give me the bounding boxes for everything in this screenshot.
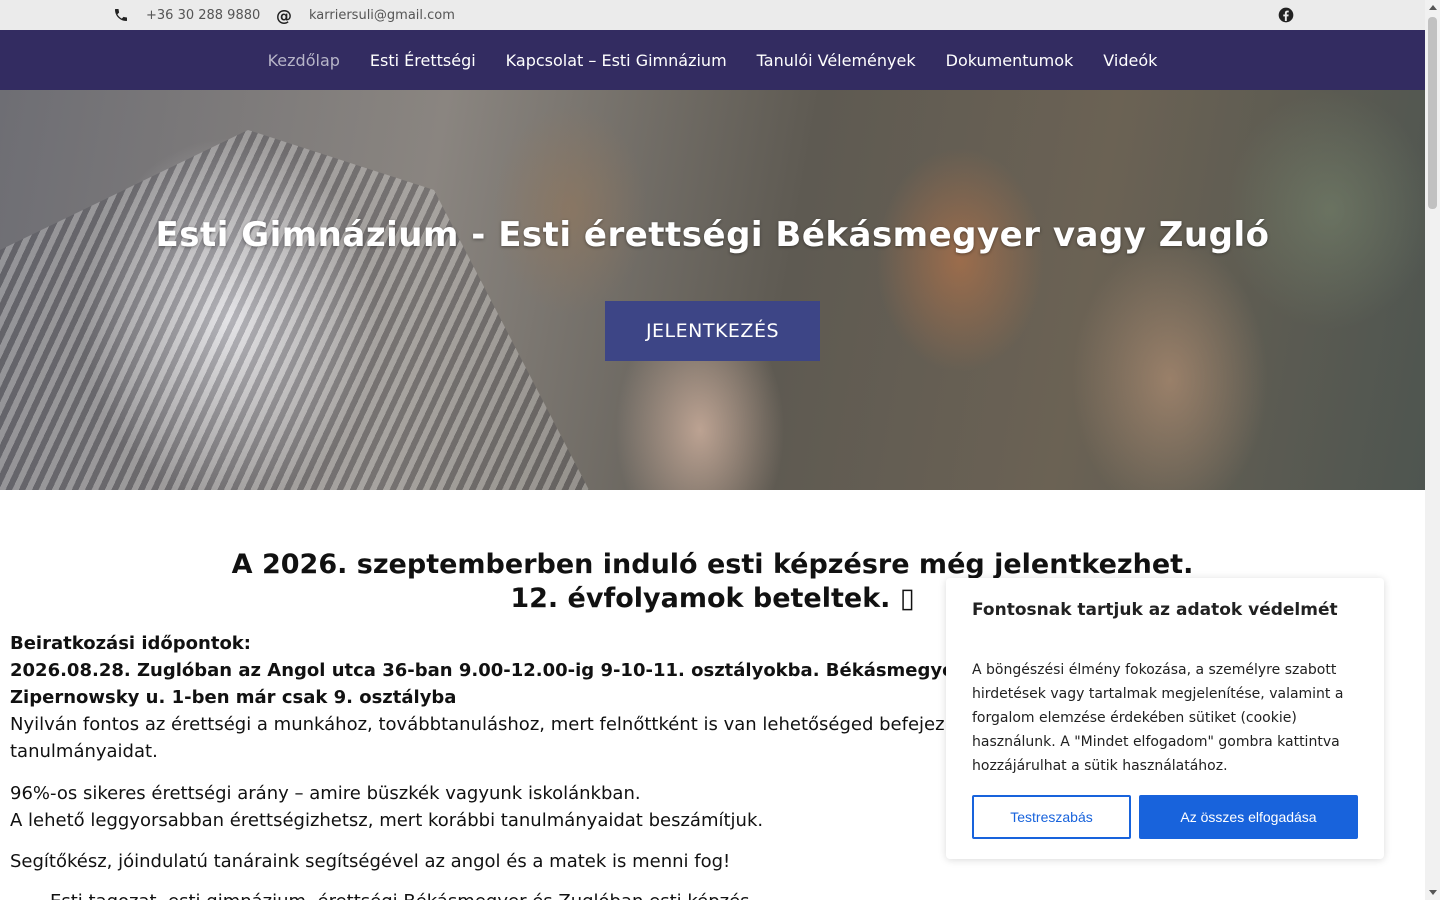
accept-all-button[interactable]: Az összes elfogadása xyxy=(1139,795,1358,839)
main-navigation: Kezdőlap Esti Érettségi Kapcsolat – Esti… xyxy=(0,30,1425,90)
nav-item-evening-graduation[interactable]: Esti Érettségi xyxy=(370,51,476,70)
scroll-down-icon[interactable] xyxy=(1429,890,1437,895)
hero-background-image xyxy=(0,130,589,490)
list-item: Esti tagozat, esti gimnázium, érettségi … xyxy=(50,888,1440,900)
customize-button[interactable]: Testreszabás xyxy=(972,795,1131,839)
emoji-glyph: ▯ xyxy=(899,583,915,614)
email-address[interactable]: karriersuli@gmail.com xyxy=(309,0,455,30)
announcement-line-2: 12. évfolyamok beteltek. xyxy=(510,583,900,614)
at-icon: @ xyxy=(276,5,292,25)
hero-title: Esti Gimnázium - Esti érettségi Békásmeg… xyxy=(155,215,1270,255)
phone-icon xyxy=(113,0,129,30)
top-contact-bar: +36 30 288 9880 @ karriersuli@gmail.com xyxy=(0,0,1425,30)
cookie-consent-dialog: Fontosnak tartjuk az adatok védelmét A b… xyxy=(946,578,1384,859)
page-scrollbar[interactable] xyxy=(1425,0,1440,900)
nav-item-student-reviews[interactable]: Tanulói Vélemények xyxy=(757,51,916,70)
scrollbar-thumb[interactable] xyxy=(1428,17,1437,209)
nav-item-home[interactable]: Kezdőlap xyxy=(268,51,340,70)
hero-banner: Esti Gimnázium - Esti érettségi Békásmeg… xyxy=(0,90,1425,490)
cookie-text: A böngészési élmény fokozása, a személyr… xyxy=(972,662,1344,774)
facebook-icon[interactable] xyxy=(1278,0,1294,30)
enroll-button[interactable]: JELENTKEZÉS xyxy=(605,301,820,361)
phone-number[interactable]: +36 30 288 9880 xyxy=(146,0,260,30)
nav-item-contact[interactable]: Kapcsolat – Esti Gimnázium xyxy=(506,51,727,70)
nav-item-documents[interactable]: Dokumentumok xyxy=(946,51,1074,70)
announcement-line-1: A 2026. szeptemberben induló esti képzés… xyxy=(231,549,1194,580)
cookie-title: Fontosnak tartjuk az adatok védelmét xyxy=(972,600,1338,620)
scroll-up-icon[interactable] xyxy=(1429,5,1437,10)
nav-item-videos[interactable]: Videók xyxy=(1103,51,1157,70)
